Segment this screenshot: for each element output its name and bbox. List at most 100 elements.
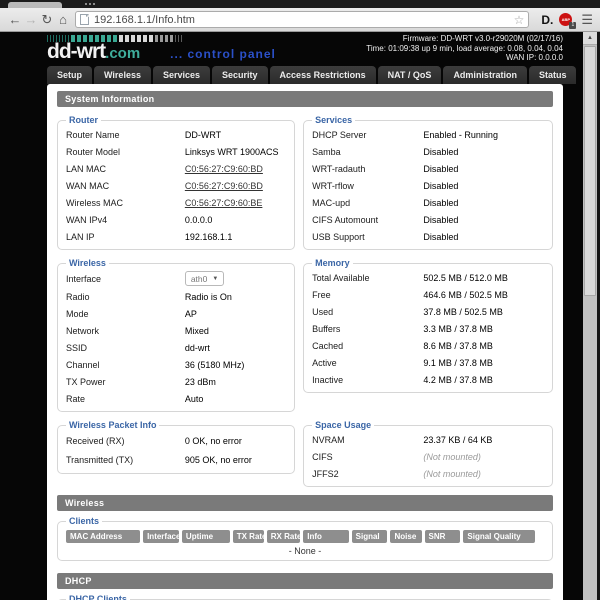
browser-window: ← → ↻ ⌂ 192.168.1.1/Info.htm ☆ D. ABP 1 … [0, 0, 600, 600]
bookmark-star-icon[interactable]: ☆ [514, 13, 525, 27]
wrt-rflow-row: WRT-rflowDisabled [312, 177, 544, 194]
jffs2-row: JFFS2(Not mounted) [312, 465, 544, 482]
router-name-row: Router NameDD-WRT [66, 126, 286, 143]
samba-row: SambaDisabled [312, 143, 544, 160]
total-available-row: Total Available502.5 MB / 512.0 MB [312, 269, 544, 286]
cifs-row: CIFS(Not mounted) [312, 448, 544, 465]
page-icon [80, 14, 89, 25]
clients-table-header: MAC Address Interface Uptime TX Rate RX … [66, 530, 544, 543]
wireless-mac-link[interactable]: C0:56:27:C9:60:BE [185, 198, 263, 208]
adblock-extension-icon[interactable]: ABP 1 [559, 12, 575, 28]
wireless-packet-info-fieldset: Wireless Packet Info Received (RX)0 OK, … [57, 420, 295, 474]
col-info: Info [303, 530, 348, 543]
url-text[interactable]: 192.168.1.1/Info.htm [94, 14, 514, 26]
clients-empty-text: - None - [66, 546, 544, 556]
tx-power-row: TX Power23 dBm [66, 373, 286, 390]
section-header-wireless: Wireless [57, 495, 553, 511]
dhcp-clients-fieldset: DHCP Clients Hostname IP Address MAC Add… [57, 594, 553, 600]
scroll-up-arrow[interactable]: ▲ [583, 32, 597, 45]
col-uptime: Uptime [182, 530, 230, 543]
col-tx-rate: TX Rate [233, 530, 264, 543]
dhcp-clients-legend: DHCP Clients [66, 594, 130, 600]
mac-upd-row: MAC-updDisabled [312, 194, 544, 211]
transmitted-tx-row: Transmitted (TX)905 OK, no error [66, 450, 286, 469]
tab-wireless[interactable]: Wireless [94, 66, 151, 84]
col-mac-address: MAC Address [66, 530, 140, 543]
buffers-row: Buffers3.3 MB / 37.8 MB [312, 320, 544, 337]
scrollbar-thumb[interactable] [584, 46, 596, 296]
received-rx-row: Received (RX)0 OK, no error [66, 431, 286, 450]
wireless-packet-info-legend: Wireless Packet Info [66, 420, 159, 430]
col-signal: Signal [352, 530, 388, 543]
tab-setup[interactable]: Setup [47, 66, 92, 84]
cifs-automount-row: CIFS AutomountDisabled [312, 211, 544, 228]
wireless-mac-row: Wireless MACC0:56:27:C9:60:BE [66, 194, 286, 211]
radio-row: RadioRadio is On [66, 288, 286, 305]
wan-ip-info: WAN IP: 0.0.0.0 [366, 53, 563, 63]
wan-ipv4-row: WAN IPv40.0.0.0 [66, 211, 286, 228]
col-noise: Noise [390, 530, 421, 543]
lan-mac-link[interactable]: C0:56:27:C9:60:BD [185, 164, 263, 174]
cached-row: Cached8.6 MB / 37.8 MB [312, 337, 544, 354]
disconnect-extension-icon[interactable]: D. [541, 13, 553, 27]
home-button[interactable]: ⌂ [55, 9, 71, 31]
tab-services[interactable]: Services [153, 66, 210, 84]
router-fieldset: Router Router NameDD-WRT Router ModelLin… [57, 115, 295, 250]
masthead: dd-wrt .com ... control panel Firmware: … [47, 32, 563, 62]
space-usage-legend: Space Usage [312, 420, 374, 430]
nav-tabs: Setup Wireless Services Security Access … [47, 66, 563, 84]
memory-legend: Memory [312, 258, 353, 268]
services-fieldset: Services DHCP ServerEnabled - Running Sa… [303, 115, 553, 250]
tab-nat-qos[interactable]: NAT / QoS [378, 66, 442, 84]
col-signal-quality: Signal Quality [463, 530, 535, 543]
section-header-dhcp: DHCP [57, 573, 553, 589]
wireless-legend: Wireless [66, 258, 109, 268]
section-header-system-information: System Information [57, 91, 553, 107]
tab-administration[interactable]: Administration [443, 66, 527, 84]
browser-toolbar: ← → ↻ ⌂ 192.168.1.1/Info.htm ☆ D. ABP 1 … [0, 8, 600, 32]
free-row: Free464.6 MB / 502.5 MB [312, 286, 544, 303]
scrollbar[interactable]: ▲ [583, 32, 597, 600]
reload-button[interactable]: ↻ [39, 9, 55, 31]
col-snr: SNR [425, 530, 461, 543]
channel-row: Channel36 (5180 MHz) [66, 356, 286, 373]
inactive-row: Inactive4.2 MB / 37.8 MB [312, 371, 544, 388]
clients-legend: Clients [66, 516, 102, 526]
tab-overflow-dots [85, 3, 95, 5]
wan-mac-link[interactable]: C0:56:27:C9:60:BD [185, 181, 263, 191]
dd-wrt-page: dd-wrt .com ... control panel Firmware: … [0, 32, 583, 600]
space-usage-fieldset: Space Usage NVRAM23.37 KB / 64 KB CIFS(N… [303, 420, 553, 487]
forward-button[interactable]: → [23, 9, 39, 31]
uptime-info: Time: 01:09:38 up 9 min, load average: 0… [366, 44, 563, 54]
router-legend: Router [66, 115, 101, 125]
browser-tab[interactable] [8, 2, 62, 8]
used-row: Used37.8 MB / 502.5 MB [312, 303, 544, 320]
logo-tld: .com [105, 45, 140, 62]
rate-row: RateAuto [66, 390, 286, 407]
wan-mac-row: WAN MACC0:56:27:C9:60:BD [66, 177, 286, 194]
interface-select[interactable]: ath0 ▼ [185, 271, 225, 286]
wireless-fieldset: Wireless Interface ath0 ▼ RadioRadio is … [57, 258, 295, 412]
page-viewport: dd-wrt .com ... control panel Firmware: … [0, 32, 600, 600]
usb-support-row: USB SupportDisabled [312, 228, 544, 245]
menu-button[interactable]: ☰ [581, 12, 593, 28]
lan-ip-row: LAN IP192.168.1.1 [66, 228, 286, 245]
tab-access-restrictions[interactable]: Access Restrictions [270, 66, 376, 84]
memory-fieldset: Memory Total Available502.5 MB / 512.0 M… [303, 258, 553, 393]
router-status-info: Firmware: DD-WRT v3.0-r29020M (02/17/16)… [366, 34, 563, 63]
router-model-row: Router ModelLinksys WRT 1900ACS [66, 143, 286, 160]
network-row: NetworkMixed [66, 322, 286, 339]
lan-mac-row: LAN MACC0:56:27:C9:60:BD [66, 160, 286, 177]
back-button[interactable]: ← [7, 9, 23, 31]
wireless-clients-fieldset: Clients MAC Address Interface Uptime TX … [57, 516, 553, 561]
services-legend: Services [312, 115, 355, 125]
wrt-radauth-row: WRT-radauthDisabled [312, 160, 544, 177]
firmware-info: Firmware: DD-WRT v3.0-r29020M (02/17/16) [366, 34, 563, 44]
dhcp-server-row: DHCP ServerEnabled - Running [312, 126, 544, 143]
url-bar[interactable]: 192.168.1.1/Info.htm ☆ [75, 11, 529, 28]
dd-wrt-logo: dd-wrt [47, 40, 105, 64]
tab-status[interactable]: Status [529, 66, 577, 84]
tab-security[interactable]: Security [212, 66, 268, 84]
control-panel-tagline: ... control panel [170, 47, 276, 61]
nvram-row: NVRAM23.37 KB / 64 KB [312, 431, 544, 448]
